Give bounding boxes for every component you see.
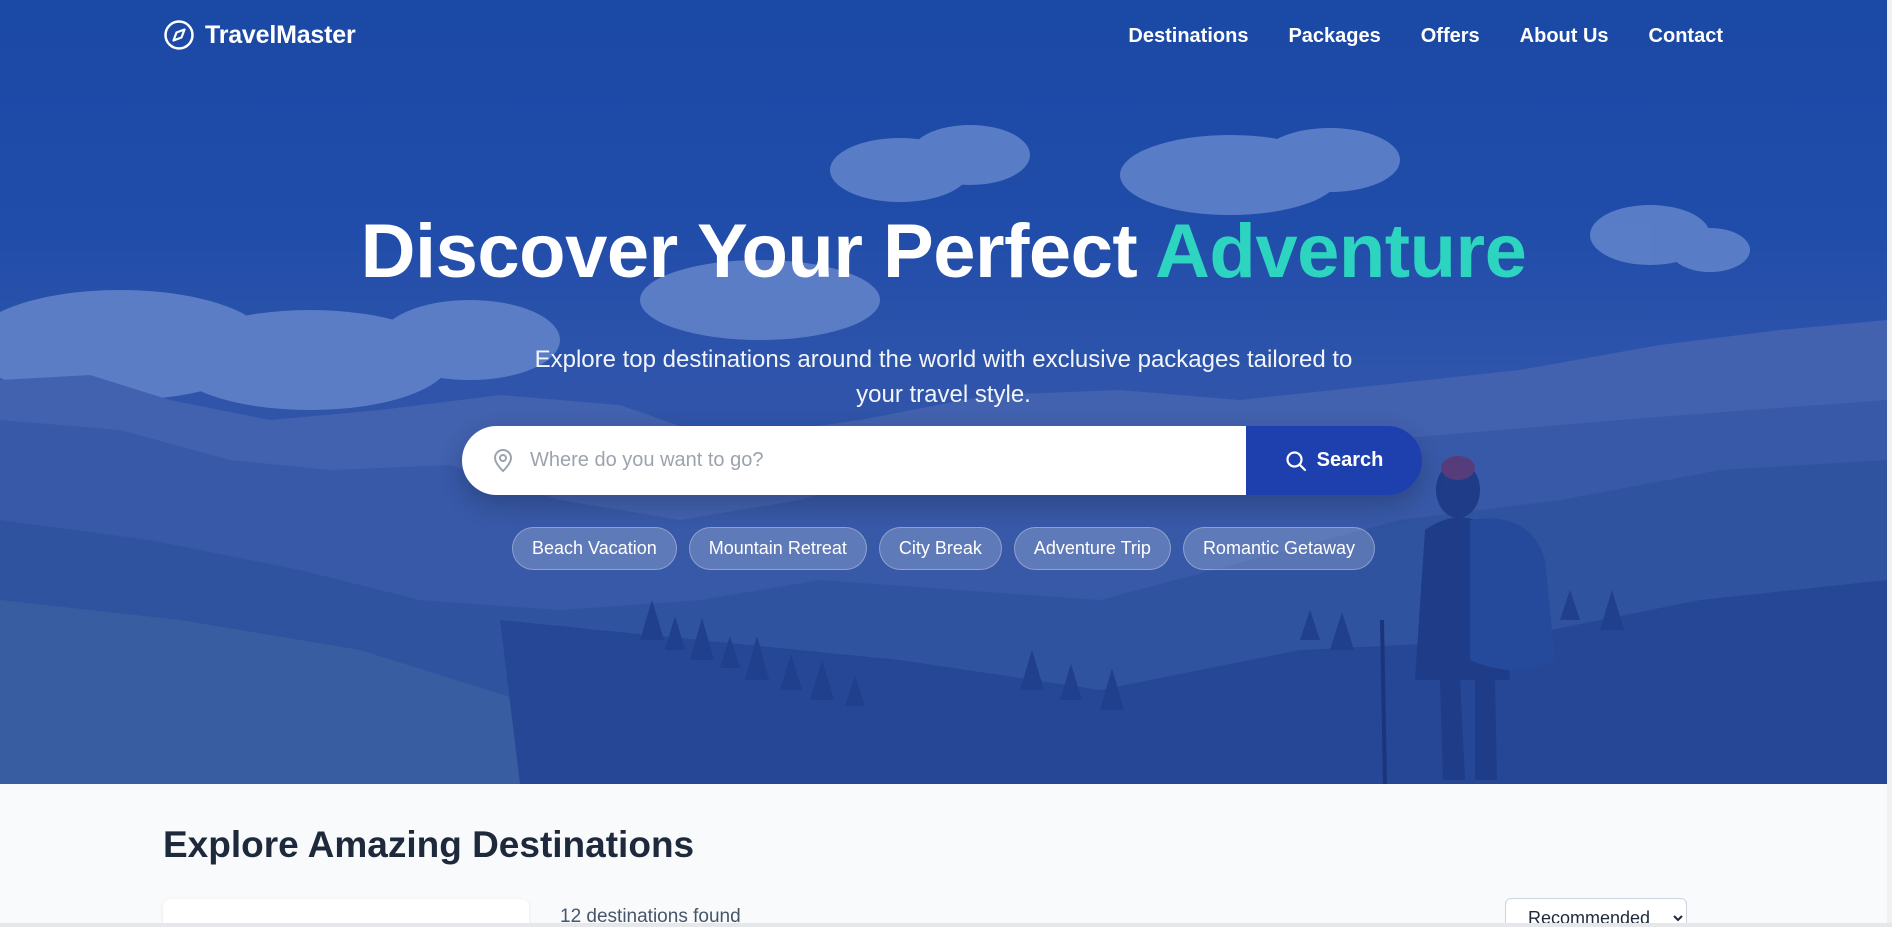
nav-link-about-us[interactable]: About Us (1520, 25, 1609, 48)
nav-links: Destinations Packages Offers About Us Co… (1128, 25, 1723, 48)
scrollbar[interactable] (1887, 0, 1892, 927)
quick-filter-chips: Beach Vacation Mountain Retreat City Bre… (0, 527, 1887, 570)
map-pin-icon (493, 448, 513, 472)
hero-title-accent: Adventure (1155, 209, 1527, 294)
hero-subtitle: Explore top destinations around the worl… (534, 346, 1353, 408)
search-button[interactable]: Search (1246, 426, 1422, 495)
chip-city-break[interactable]: City Break (878, 527, 1002, 570)
nav-link-offers[interactable]: Offers (1421, 25, 1480, 48)
destinations-section-title: Explore Amazing Destinations (163, 824, 695, 865)
compass-icon (164, 20, 194, 50)
search-input[interactable] (528, 448, 1212, 473)
nav-link-contact[interactable]: Contact (1649, 25, 1723, 48)
chip-romantic-getaway[interactable]: Romantic Getaway (1182, 527, 1375, 570)
top-navigation: TravelMaster Destinations Packages Offer… (0, 0, 1887, 76)
hero-title: Discover Your Perfect Adventure (0, 208, 1887, 295)
search-button-label: Search (1316, 449, 1384, 471)
chip-beach-vacation[interactable]: Beach Vacation (512, 527, 677, 570)
window-bottom-edge (0, 923, 1892, 927)
brand-logo[interactable]: TravelMaster (163, 19, 356, 51)
chip-mountain-retreat[interactable]: Mountain Retreat (688, 527, 867, 570)
chip-adventure-trip[interactable]: Adventure Trip (1013, 527, 1171, 570)
nav-link-packages[interactable]: Packages (1288, 25, 1380, 48)
search-field[interactable] (462, 426, 1246, 495)
page-viewport: TravelMaster Destinations Packages Offer… (0, 0, 1887, 927)
search-bar: Search (462, 426, 1422, 495)
hero-section: TravelMaster Destinations Packages Offer… (0, 0, 1887, 784)
search-icon (1286, 450, 1306, 471)
brand-name: TravelMaster (205, 20, 356, 49)
nav-link-destinations[interactable]: Destinations (1128, 25, 1248, 48)
hero-title-main: Discover Your Perfect (360, 209, 1156, 294)
